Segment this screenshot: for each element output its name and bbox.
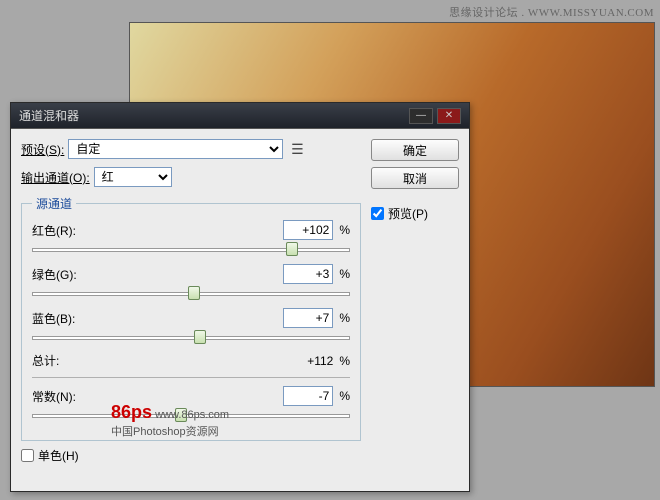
constant-slider-row: 常数(N): % <box>32 386 350 426</box>
total-value: +112 <box>307 354 333 368</box>
source-channels-fieldset: 源通道 红色(R): % 绿色(G): % <box>21 195 361 441</box>
constant-slider[interactable] <box>32 408 350 426</box>
output-channel-label: 输出通道(O): <box>21 169 90 186</box>
blue-slider[interactable] <box>32 330 350 348</box>
total-row: 总计: +112 % <box>32 352 350 369</box>
red-slider-row: 红色(R): % <box>32 220 350 260</box>
preset-label: 预设(S): <box>21 141 64 158</box>
output-channel-select[interactable]: 红 <box>94 167 172 187</box>
close-button[interactable]: ✕ <box>437 108 461 124</box>
total-label: 总计: <box>32 352 307 369</box>
preset-menu-icon[interactable]: ☰ <box>287 140 307 158</box>
constant-label: 常数(N): <box>32 388 283 405</box>
green-slider-row: 绿色(G): % <box>32 264 350 304</box>
green-slider[interactable] <box>32 286 350 304</box>
minimize-button[interactable]: — <box>409 108 433 124</box>
preview-label: 预览(P) <box>388 205 428 222</box>
cancel-button[interactable]: 取消 <box>371 167 459 189</box>
watermark-top: 思缘设计论坛 . WWW.MISSYUAN.COM <box>449 4 654 20</box>
monochrome-checkbox[interactable] <box>21 449 34 462</box>
blue-value-input[interactable] <box>283 308 333 328</box>
green-value-input[interactable] <box>283 264 333 284</box>
dialog-title: 通道混和器 <box>19 107 405 124</box>
blue-label: 蓝色(B): <box>32 310 283 327</box>
fieldset-legend: 源通道 <box>32 195 76 212</box>
monochrome-label: 单色(H) <box>38 447 79 464</box>
red-slider[interactable] <box>32 242 350 260</box>
red-label: 红色(R): <box>32 222 283 239</box>
green-label: 绿色(G): <box>32 266 283 283</box>
constant-value-input[interactable] <box>283 386 333 406</box>
preview-checkbox[interactable] <box>371 207 384 220</box>
channel-mixer-dialog: 通道混和器 — ✕ 预设(S): 自定 ☰ 输出通道(O): 红 源通道 <box>10 102 470 492</box>
red-value-input[interactable] <box>283 220 333 240</box>
divider <box>32 377 350 378</box>
ok-button[interactable]: 确定 <box>371 139 459 161</box>
blue-slider-row: 蓝色(B): % <box>32 308 350 348</box>
preset-select[interactable]: 自定 <box>68 139 283 159</box>
titlebar[interactable]: 通道混和器 — ✕ <box>11 103 469 129</box>
percent-label: % <box>339 223 350 237</box>
